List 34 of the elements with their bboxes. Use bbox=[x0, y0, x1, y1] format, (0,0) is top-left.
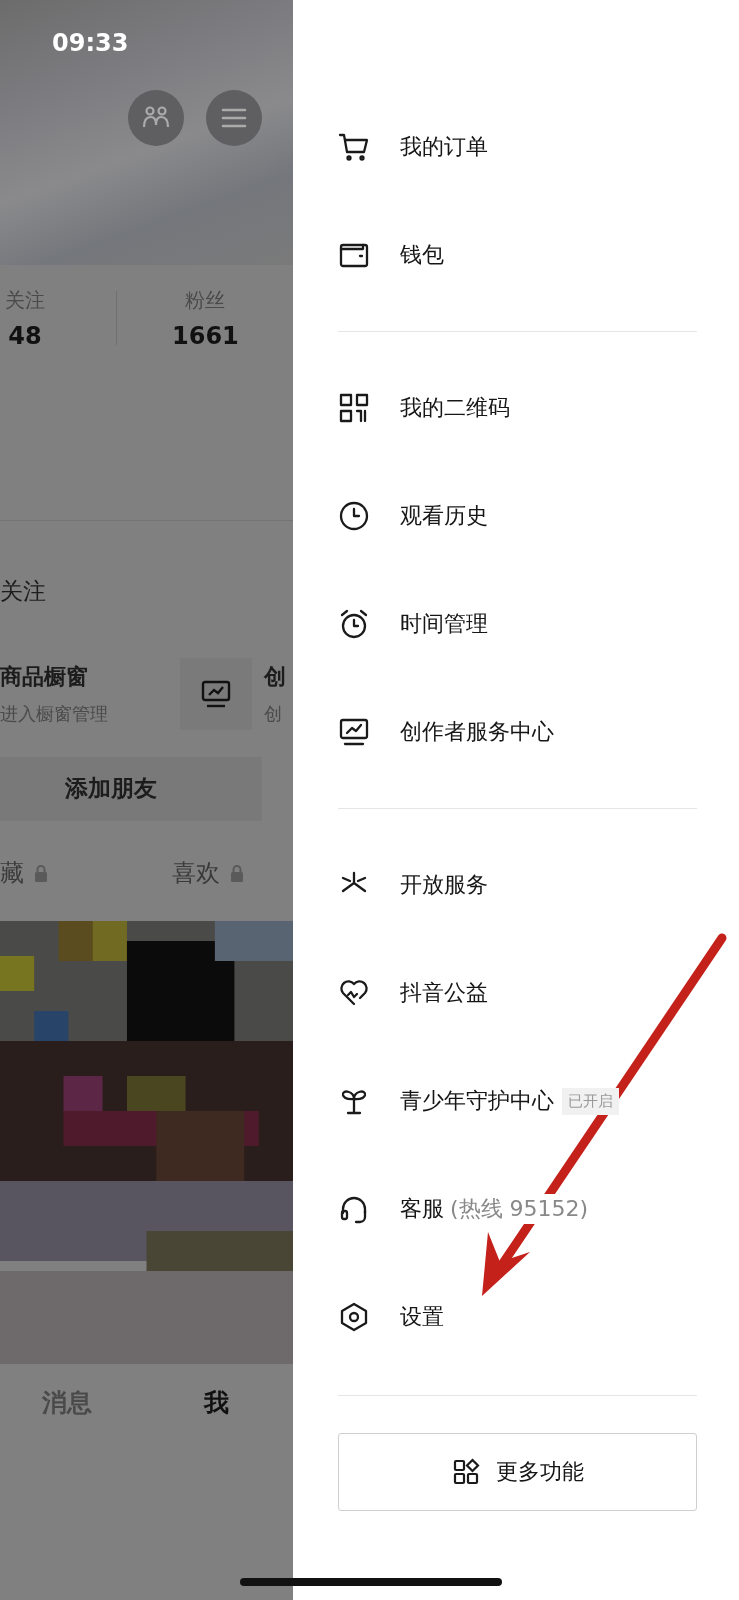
menu-item[interactable]: 我的二维码 bbox=[338, 354, 697, 462]
nav-tab[interactable]: 我 bbox=[204, 1386, 229, 1419]
menu-item[interactable]: 设置 bbox=[338, 1263, 697, 1371]
menu-item[interactable]: 客服 (热线 95152) bbox=[338, 1155, 697, 1263]
menu-button[interactable] bbox=[206, 90, 262, 146]
apps-icon bbox=[451, 1458, 480, 1486]
hotline-note: (热线 95152) bbox=[450, 1194, 589, 1224]
more-features-button[interactable]: 更多功能 bbox=[338, 1433, 697, 1511]
clock-icon bbox=[338, 500, 370, 532]
qr-icon bbox=[338, 392, 370, 424]
menu-item[interactable]: 创作者服务中心 bbox=[338, 678, 697, 786]
monitor-icon bbox=[200, 678, 232, 709]
monitor-icon bbox=[338, 716, 370, 748]
menu-item[interactable]: 时间管理 bbox=[338, 570, 697, 678]
menu-item[interactable]: 观看历史 bbox=[338, 462, 697, 570]
menu-item[interactable]: 开放服务 bbox=[338, 831, 697, 939]
cart-icon bbox=[338, 131, 370, 163]
status-time: 09:33 bbox=[52, 29, 129, 57]
menu-item[interactable]: 钱包 bbox=[338, 201, 697, 309]
creator-tile[interactable] bbox=[180, 657, 252, 730]
follow-text: 关注 bbox=[0, 576, 46, 606]
stat-value: 1661 bbox=[172, 322, 239, 350]
alarm-icon bbox=[338, 608, 370, 640]
service-title: 创 bbox=[264, 662, 286, 691]
stat-value: 48 bbox=[8, 322, 42, 350]
menu-icon bbox=[221, 108, 247, 128]
menu-item[interactable]: 我的订单 bbox=[338, 93, 697, 201]
menu-item[interactable]: 青少年守护中心 已开启 bbox=[338, 1047, 697, 1155]
add-friend-button[interactable]: 添加朋友 bbox=[0, 756, 262, 821]
status-badge: 已开启 bbox=[562, 1087, 619, 1115]
hexagon-icon bbox=[338, 1301, 370, 1333]
service-title: 商品橱窗 bbox=[0, 662, 89, 691]
friends-button[interactable] bbox=[128, 90, 184, 146]
menu-item[interactable]: 抖音公益 bbox=[338, 939, 697, 1047]
